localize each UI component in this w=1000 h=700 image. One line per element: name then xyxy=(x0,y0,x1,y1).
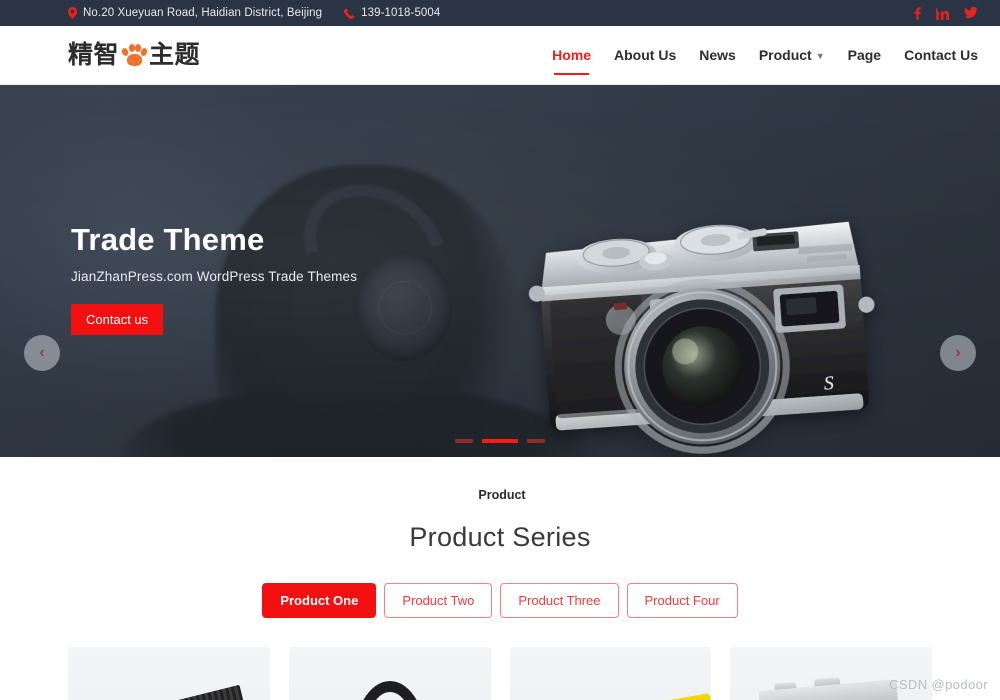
twitter-icon[interactable] xyxy=(964,7,978,19)
facebook-icon[interactable] xyxy=(914,6,921,20)
nav-item-home[interactable]: Home xyxy=(552,41,592,75)
product-card-headphones[interactable] xyxy=(288,646,491,700)
chevron-down-icon: ▼ xyxy=(815,51,825,61)
headphones-image xyxy=(338,680,442,700)
nav-item-product[interactable]: Product ▼ xyxy=(759,41,825,69)
location-pin-icon xyxy=(68,7,77,19)
nav-item-contact-us[interactable]: Contact Us xyxy=(904,41,978,69)
phone-item: 139-1018-5004 xyxy=(344,7,440,19)
topbar-contact-group: No.20 Xueyuan Road, Haidian District, Be… xyxy=(68,7,440,19)
nav-label: About Us xyxy=(614,47,677,63)
address-text: No.20 Xueyuan Road, Haidian District, Be… xyxy=(83,7,323,19)
tab-product-three[interactable]: Product Three xyxy=(500,582,619,618)
linkedin-icon[interactable] xyxy=(936,7,949,20)
address-item: No.20 Xueyuan Road, Haidian District, Be… xyxy=(68,7,322,19)
camera-image xyxy=(753,676,910,700)
paw-print-icon xyxy=(120,43,149,67)
chevron-left-icon: ‹ xyxy=(39,344,45,361)
main-navigation: Home About Us News Product ▼ Page Contac… xyxy=(552,41,978,75)
phone-icon xyxy=(344,7,355,19)
section-title: Product Series xyxy=(409,521,591,552)
carousel-dot-3[interactable] xyxy=(527,439,545,443)
nav-label: Home xyxy=(552,47,592,63)
svg-text:S: S xyxy=(823,372,835,395)
tab-product-four[interactable]: Product Four xyxy=(626,582,738,618)
keyboard-image xyxy=(533,690,712,700)
nav-item-page[interactable]: Page xyxy=(848,41,881,69)
logo-text-left: 精智 xyxy=(68,40,120,69)
product-card-keyboard[interactable] xyxy=(509,646,712,700)
nav-label: News xyxy=(699,47,736,63)
product-tabs: Product One Product Two Product Three Pr… xyxy=(0,582,1000,618)
carousel-dot-2[interactable] xyxy=(482,439,518,443)
nav-label: Contact Us xyxy=(904,47,978,63)
hero-subtitle: JianZhanPress.com WordPress Trade Themes xyxy=(71,269,358,285)
logo-text-right: 主题 xyxy=(149,40,201,69)
hero-text-block: Trade Theme JianZhanPress.com WordPress … xyxy=(71,222,358,336)
graphics-card-image xyxy=(84,670,270,700)
csdn-watermark: CSDN @podoor xyxy=(889,677,988,692)
hero-contact-button[interactable]: Contact us xyxy=(71,304,164,336)
site-header: 精智 主题 Home About Us News Product ▼ Page … xyxy=(0,26,1000,85)
nav-item-about-us[interactable]: About Us xyxy=(614,41,676,69)
hero-carousel: S Trade Theme JianZhanPress.com WordPres… xyxy=(0,85,1000,457)
top-info-bar: No.20 Xueyuan Road, Haidian District, Be… xyxy=(0,0,1000,26)
section-heading-group: Product Product Series xyxy=(0,482,1000,553)
social-links xyxy=(914,6,978,20)
product-series-section: Product Product Series Product One Produ… xyxy=(0,457,1000,700)
carousel-next-button[interactable]: › xyxy=(940,335,976,371)
nav-label: Product xyxy=(758,47,812,63)
carousel-prev-button[interactable]: ‹ xyxy=(24,335,60,371)
hero-camera-image: S xyxy=(528,221,875,454)
carousel-indicators xyxy=(0,439,1000,443)
section-tag-label: Product xyxy=(468,482,531,512)
headphone-cup-shape xyxy=(356,253,452,361)
tab-product-two[interactable]: Product Two xyxy=(384,582,493,618)
site-logo[interactable]: 精智 主题 xyxy=(68,40,201,69)
chevron-right-icon: › xyxy=(955,344,961,361)
nav-item-news[interactable]: News xyxy=(699,41,736,69)
product-card-graphics-card[interactable] xyxy=(68,646,270,700)
hero-title: Trade Theme xyxy=(71,222,265,257)
carousel-dot-1[interactable] xyxy=(455,439,473,443)
product-card-grid xyxy=(0,646,1000,700)
nav-label: Page xyxy=(847,47,882,63)
tab-product-one[interactable]: Product One xyxy=(262,582,377,618)
phone-text: 139-1018-5004 xyxy=(361,7,441,19)
